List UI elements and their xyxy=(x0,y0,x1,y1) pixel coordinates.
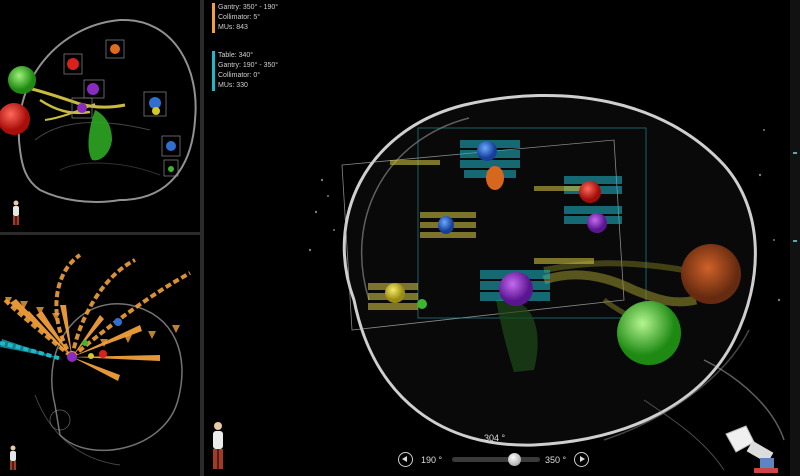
angle-slider-track[interactable] xyxy=(452,457,540,462)
main-target-green-small xyxy=(417,299,427,309)
beam-info-orange: Gantry: 350° - 190° Collimator: 5° MUs: … xyxy=(212,3,278,33)
patient-figure-icon xyxy=(13,200,19,225)
arc-view-panel[interactable] xyxy=(0,235,200,476)
current-angle-label: 304 ° xyxy=(484,433,506,443)
target-orange-small xyxy=(110,44,120,54)
next-arrow-icon[interactable] xyxy=(574,452,589,467)
main-target-blue-top xyxy=(477,141,497,161)
main-target-orange xyxy=(486,166,504,190)
target-red-small xyxy=(67,58,79,70)
scroll-marker-2 xyxy=(793,240,797,242)
main-target-purple-small xyxy=(587,213,607,233)
arc-target-red xyxy=(99,350,107,358)
beam-1-mus: MUs: 843 xyxy=(218,24,248,31)
target-purple-1 xyxy=(87,83,99,95)
patient-figure-icon-main xyxy=(213,422,223,469)
min-angle-label: 190 ° xyxy=(421,455,443,465)
previous-arrow-icon[interactable] xyxy=(398,452,413,467)
lateral-view-panel[interactable] xyxy=(0,0,200,232)
beam-2-mus: MUs: 330 xyxy=(218,82,248,89)
beam-color-bar-orange xyxy=(212,3,215,33)
arc-target-yellow xyxy=(88,353,94,359)
target-red-lateral xyxy=(0,103,30,135)
max-angle-label: 350 ° xyxy=(545,455,567,465)
next-triangle xyxy=(580,456,585,462)
scroll-marker-1 xyxy=(793,152,797,154)
beam-1-collimator: Collimator: 5° xyxy=(218,14,261,21)
arc-target-purple xyxy=(67,352,77,362)
main-target-purple-large xyxy=(499,272,533,306)
arc-target-green xyxy=(82,340,88,346)
main-target-green-large xyxy=(617,301,681,365)
arc-beam-render xyxy=(0,253,191,466)
previous-triangle xyxy=(402,456,407,462)
lateral-skull-render xyxy=(0,18,197,203)
beam-2-table: Table: 340° xyxy=(218,52,254,59)
main-skull-render xyxy=(308,93,785,471)
main-target-red xyxy=(579,181,601,203)
target-purple-2 xyxy=(77,103,87,113)
main-target-blue-mid xyxy=(438,216,454,234)
target-yellow-1 xyxy=(152,107,160,115)
main-target-orange-large xyxy=(681,244,741,304)
target-blue-2 xyxy=(166,141,176,151)
main-3d-view[interactable]: Gantry: 350° - 190° Collimator: 5° MUs: … xyxy=(204,0,790,476)
patient-figure-icon-2 xyxy=(10,445,16,470)
beam-color-bar-cyan xyxy=(212,51,215,91)
target-green-lateral xyxy=(8,66,36,94)
target-green-small xyxy=(168,166,174,172)
linac-gantry-icon xyxy=(725,425,778,473)
main-target-yellow xyxy=(385,283,405,303)
right-scrollbar[interactable] xyxy=(790,0,800,476)
beam-2-collimator: Collimator: 0° xyxy=(218,72,261,79)
beam-info-cyan: Table: 340° Gantry: 190° - 350° Collimat… xyxy=(212,51,278,91)
beam-1-gantry: Gantry: 350° - 190° xyxy=(218,4,279,11)
arc-target-blue xyxy=(114,318,122,326)
beam-2-gantry: Gantry: 190° - 350° xyxy=(218,62,279,69)
